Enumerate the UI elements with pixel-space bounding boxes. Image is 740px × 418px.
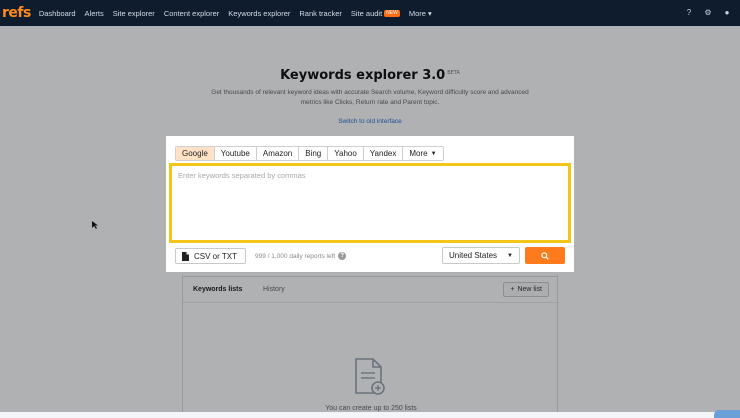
bottom-strip xyxy=(0,412,740,418)
navbar-tools: ? ⚙ ● xyxy=(684,7,732,17)
reports-counter: 999 / 1,000 daily reports left ? xyxy=(255,252,347,260)
file-icon xyxy=(182,251,189,261)
nav-alerts[interactable]: Alerts xyxy=(85,9,104,18)
nav-dashboard[interactable]: Dashboard xyxy=(39,9,76,18)
top-navbar: refs Dashboard Alerts Site explorer Cont… xyxy=(0,0,740,26)
nav-keywords-explorer[interactable]: Keywords explorer xyxy=(228,9,290,18)
nav-content-explorer[interactable]: Content explorer xyxy=(164,9,219,18)
search-engine-tabs: Google Youtube Amazon Bing Yahoo Yandex … xyxy=(175,146,444,161)
user-icon[interactable]: ● xyxy=(722,7,732,17)
tab-bing[interactable]: Bing xyxy=(299,147,329,160)
new-badge: NEW xyxy=(384,9,400,17)
caret-down-icon: ▼ xyxy=(507,252,513,259)
tab-amazon[interactable]: Amazon xyxy=(256,147,300,160)
gear-icon[interactable]: ⚙ xyxy=(703,7,713,17)
tab-youtube[interactable]: Youtube xyxy=(214,147,257,160)
mouse-cursor-icon xyxy=(92,221,98,229)
question-icon[interactable]: ? xyxy=(338,252,347,260)
nav-site-explorer[interactable]: Site explorer xyxy=(113,9,155,18)
keywords-input[interactable] xyxy=(172,166,568,240)
tab-google[interactable]: Google xyxy=(176,147,215,160)
keyword-search-modal: Google Youtube Amazon Bing Yahoo Yandex … xyxy=(166,136,574,272)
nav-rank-tracker[interactable]: Rank tracker xyxy=(299,9,342,18)
help-icon[interactable]: ? xyxy=(684,7,694,17)
search-icon xyxy=(541,251,549,260)
ahrefs-logo[interactable]: refs xyxy=(2,5,31,21)
search-button[interactable] xyxy=(525,247,565,264)
nav-more[interactable]: More ▾ xyxy=(409,9,432,18)
upload-csv-button[interactable]: CSV or TXT xyxy=(175,248,246,264)
bottom-handle[interactable] xyxy=(714,410,740,418)
caret-down-icon: ▼ xyxy=(430,150,437,157)
nav-site-audit[interactable]: Site audit NEW xyxy=(351,9,400,18)
country-select[interactable]: United States ▼ xyxy=(442,247,520,264)
tab-yandex[interactable]: Yandex xyxy=(363,147,404,160)
keywords-input-highlight xyxy=(169,163,571,243)
tab-yahoo[interactable]: Yahoo xyxy=(328,147,364,160)
chevron-down-icon: ▾ xyxy=(427,8,432,18)
tab-more[interactable]: More ▼ xyxy=(403,147,443,160)
